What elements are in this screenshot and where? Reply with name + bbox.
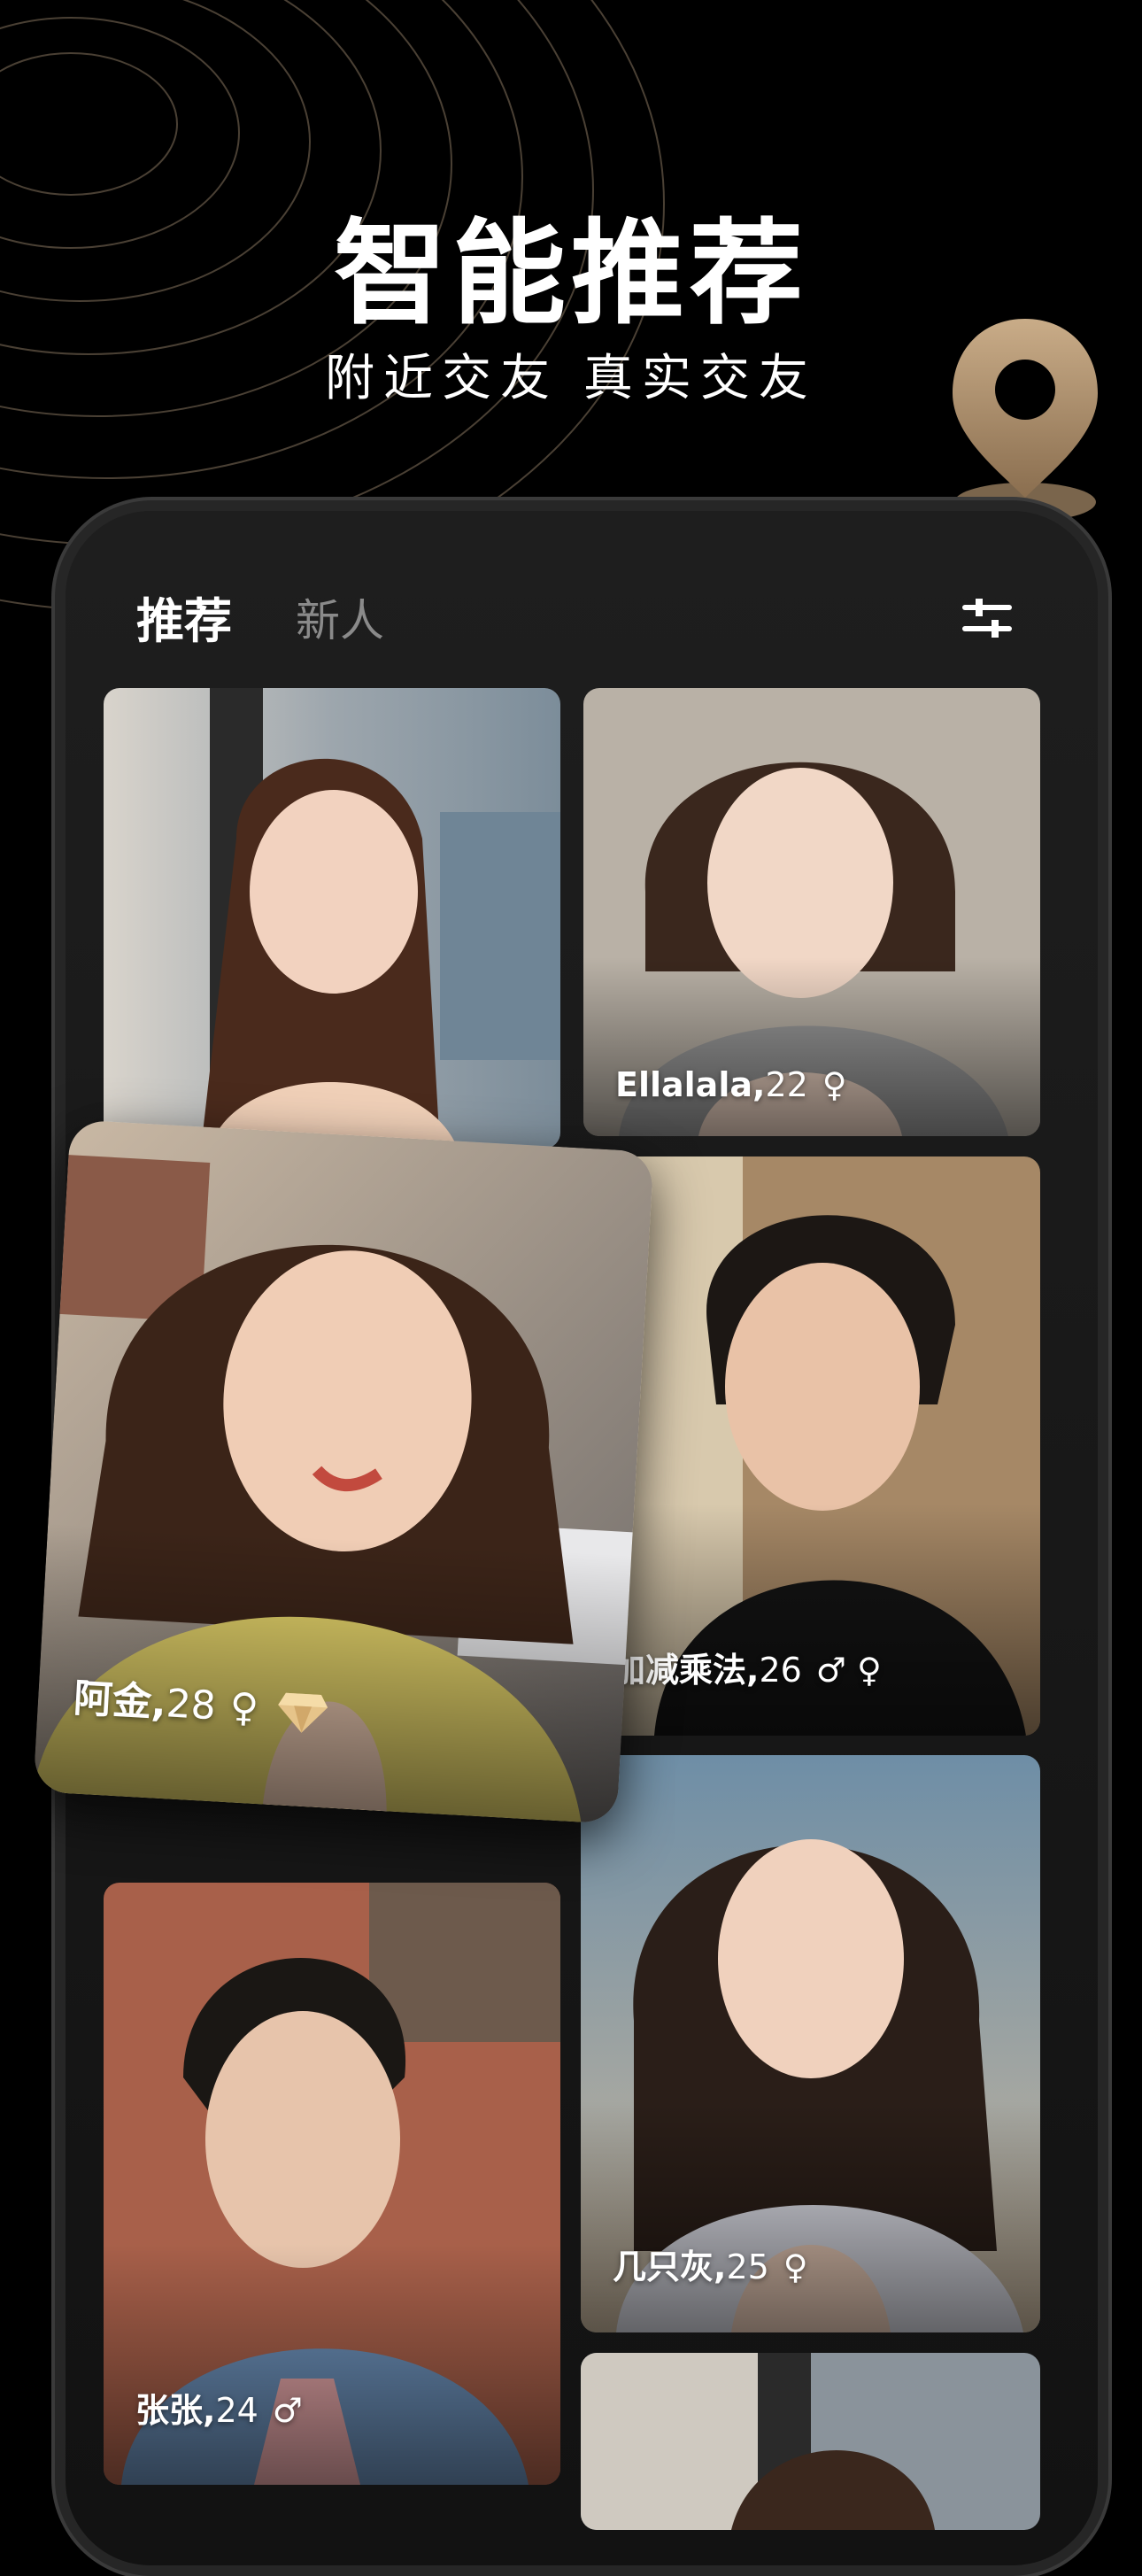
profile-age: 22 bbox=[765, 1065, 808, 1104]
profile-card[interactable] bbox=[581, 2353, 1040, 2530]
profile-card[interactable]: Ellalala,22 ♀ bbox=[583, 688, 1040, 1136]
profile-name: 加减乘法, bbox=[612, 1651, 760, 1690]
gender-icon: ♀ bbox=[228, 1684, 260, 1732]
card-shade bbox=[583, 956, 1040, 1136]
profile-label: 加减乘法,26 ♂ ♀ bbox=[612, 1643, 882, 1691]
filter-sliders-icon[interactable] bbox=[961, 595, 1013, 641]
card-shade bbox=[581, 2101, 1040, 2332]
profile-age: 28 bbox=[165, 1681, 218, 1729]
featured-profile-card[interactable]: 阿金,28 ♀ bbox=[33, 1119, 654, 1824]
profile-name: 阿金, bbox=[72, 1675, 168, 1727]
profile-label: Ellalala,22 ♀ bbox=[615, 1065, 847, 1104]
card-shade bbox=[583, 1504, 1040, 1736]
gender-icon: ♀ bbox=[783, 2247, 808, 2286]
profile-label: 几只灰,25 ♀ bbox=[613, 2239, 808, 2288]
profile-card[interactable] bbox=[104, 688, 560, 1149]
profile-age: 24 bbox=[215, 2391, 258, 2430]
profile-age: 26 bbox=[759, 1651, 802, 1690]
gender-icon: ♂ ♀ bbox=[815, 1651, 882, 1690]
profile-name: 张张, bbox=[135, 2391, 216, 2430]
tab-recommend[interactable]: 推荐 bbox=[136, 582, 232, 652]
profile-card[interactable]: 加减乘法,26 ♂ ♀ bbox=[583, 1156, 1040, 1736]
profile-name: Ellalala, bbox=[615, 1065, 766, 1104]
profile-card[interactable]: 几只灰,25 ♀ bbox=[581, 1755, 1040, 2332]
profile-name: 几只灰, bbox=[613, 2247, 727, 2286]
diamond-icon bbox=[278, 1692, 328, 1733]
tab-new-users[interactable]: 新人 bbox=[296, 585, 384, 649]
profile-card[interactable]: 张张,24 ♂ bbox=[104, 1883, 560, 2485]
profile-label: 张张,24 ♂ bbox=[135, 2383, 303, 2432]
profile-photo bbox=[104, 688, 560, 1149]
profile-photo bbox=[581, 2353, 1040, 2530]
card-shade bbox=[104, 2244, 560, 2485]
profile-age: 25 bbox=[726, 2247, 769, 2286]
gender-icon: ♂ bbox=[272, 2391, 303, 2430]
gender-icon: ♀ bbox=[822, 1065, 847, 1104]
